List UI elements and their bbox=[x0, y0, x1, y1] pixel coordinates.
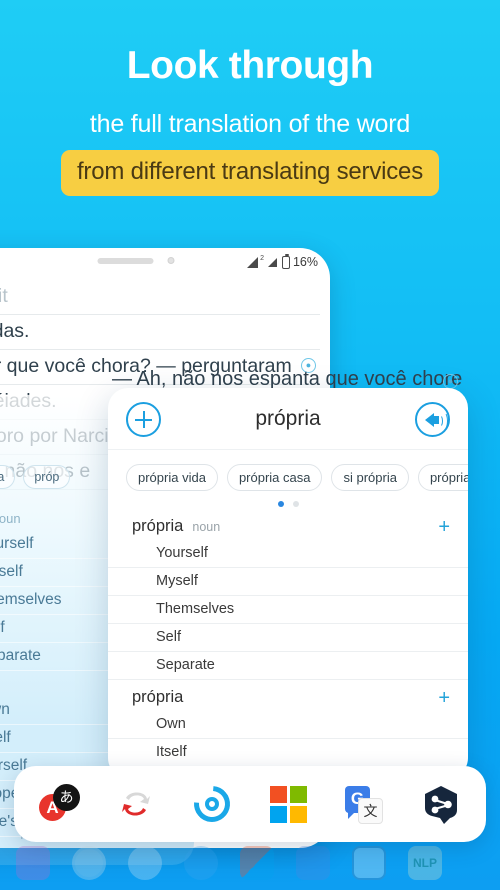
front-camera-icon bbox=[167, 257, 175, 264]
chip[interactable]: própria casa bbox=[226, 464, 323, 491]
promo-screenshot: Look through the full translation of the… bbox=[0, 0, 500, 890]
pager-dots bbox=[108, 491, 468, 509]
microsoft-translator-icon bbox=[240, 846, 274, 880]
chip: própria vida bbox=[0, 465, 16, 489]
gt-wrap: G 文 bbox=[345, 786, 383, 824]
rear-service-strip: NLP bbox=[0, 836, 500, 890]
group-word: própria bbox=[132, 517, 184, 535]
ms-square-blue bbox=[270, 806, 287, 823]
card-header: própria bbox=[108, 388, 468, 450]
signal-bars-icon bbox=[247, 256, 259, 268]
google-translate-icon bbox=[296, 846, 330, 880]
list-item[interactable]: Self bbox=[108, 624, 468, 652]
microsoft-translator-icon[interactable] bbox=[266, 782, 310, 826]
services-bar: A あ G 文 bbox=[14, 766, 486, 842]
battery-icon bbox=[281, 253, 290, 269]
list-item[interactable]: Separate bbox=[108, 652, 468, 680]
chip[interactable]: própria c bbox=[417, 464, 468, 491]
reader-line: salgadas. bbox=[0, 315, 320, 350]
related-phrase-chips: própria vida própria casa si própria pró… bbox=[108, 450, 468, 491]
translation-group: própria noun + Yourself Myself Themselve… bbox=[108, 509, 468, 680]
ms-grid bbox=[270, 786, 307, 823]
speaker-wave-outer bbox=[440, 412, 448, 430]
ms-square-green bbox=[290, 786, 307, 803]
pager-dot[interactable] bbox=[292, 501, 299, 507]
earpiece-speaker-icon bbox=[97, 257, 154, 264]
blue-blob-icon bbox=[184, 846, 218, 880]
status-indicators: 2 16% bbox=[247, 253, 318, 269]
service-icon-secondary: あ bbox=[53, 784, 80, 811]
list-item[interactable]: Yourself bbox=[108, 540, 468, 568]
group-pos: noun bbox=[0, 511, 21, 526]
node-share-icon[interactable] bbox=[418, 782, 462, 826]
highlight-badge: from different translating services bbox=[60, 150, 440, 196]
page-subtitle: the full translation of the word bbox=[89, 110, 411, 138]
add-group-button[interactable]: + bbox=[438, 517, 450, 537]
signal-superscript: 2 bbox=[260, 254, 264, 262]
translate-a-kanji-icon[interactable]: A あ bbox=[38, 782, 82, 826]
list-item[interactable]: Own bbox=[108, 711, 468, 739]
list-item[interactable]: Myself bbox=[108, 568, 468, 596]
phone-notch bbox=[97, 257, 175, 264]
plus-circle-icon[interactable] bbox=[126, 402, 161, 437]
page-title: Look through bbox=[126, 44, 374, 87]
card-title: própria bbox=[255, 406, 321, 430]
ms-square-red bbox=[270, 786, 287, 803]
swap-arrows-icon bbox=[72, 846, 106, 880]
badge-wrapper: from different translating services bbox=[0, 150, 500, 196]
reverso-ring-icon[interactable] bbox=[186, 778, 238, 830]
signal-bars-secondary-icon bbox=[267, 257, 277, 267]
battery-percent: 16% bbox=[292, 255, 318, 269]
google-translate-icon[interactable]: G 文 bbox=[342, 782, 386, 826]
speaker-glyph bbox=[425, 413, 439, 427]
chip[interactable]: própria vida bbox=[126, 464, 218, 491]
group-header: própria noun + bbox=[108, 509, 468, 540]
list-item[interactable]: Themselves bbox=[108, 596, 468, 624]
ms-square-yellow bbox=[290, 806, 307, 823]
chip: próp bbox=[23, 465, 71, 489]
reader-line: osso, it bbox=[0, 280, 320, 315]
group-header: própria + bbox=[108, 680, 468, 711]
gt-glyph: 文 bbox=[358, 798, 383, 824]
clip-icon[interactable]: ● bbox=[443, 374, 458, 389]
swap-arrows-icon[interactable] bbox=[114, 782, 158, 826]
translation-group: própria + Own Itself Herself bbox=[108, 680, 468, 778]
phone-status-bar: 9:02 2 16% bbox=[0, 248, 330, 278]
group-word: própria bbox=[132, 688, 184, 706]
reverso-ring-icon bbox=[128, 846, 162, 880]
list-item[interactable]: Itself bbox=[108, 739, 468, 767]
ring-core bbox=[205, 797, 219, 811]
speaker-icon[interactable] bbox=[415, 402, 450, 437]
translation-card: própria própria vida própria casa si pró… bbox=[108, 388, 468, 778]
chip[interactable]: si própria bbox=[331, 464, 409, 491]
translate-a-kanji-icon bbox=[16, 846, 50, 880]
node-share-icon bbox=[352, 846, 386, 880]
add-group-button[interactable]: + bbox=[438, 688, 450, 708]
group-pos: noun bbox=[192, 519, 221, 534]
pager-dot-active[interactable] bbox=[277, 501, 284, 507]
nlp-icon: NLP bbox=[408, 846, 442, 880]
